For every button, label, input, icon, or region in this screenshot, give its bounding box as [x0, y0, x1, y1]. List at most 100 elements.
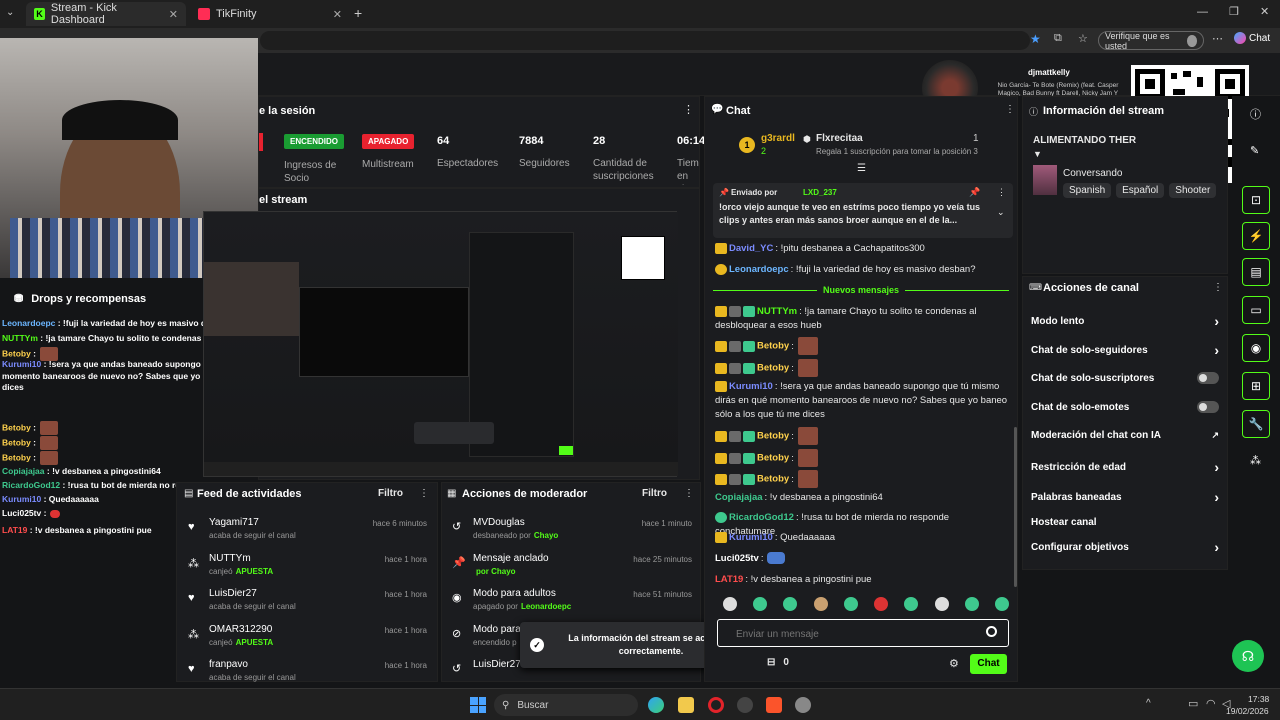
chat-username[interactable]: Betoby — [757, 431, 789, 442]
broadcast-sidebar-icon[interactable]: ◉ — [1242, 334, 1270, 362]
channel-action-item[interactable]: Chat de solo-seguidores › — [1031, 342, 1219, 358]
toggle-switch[interactable] — [1197, 372, 1219, 384]
channel-action-item[interactable]: Chat de solo-emotes — [1031, 401, 1219, 413]
tab-list-icon[interactable]: ⌄ — [6, 7, 20, 21]
tray-wifi-icon[interactable]: ◠ — [1206, 697, 1216, 710]
chat-menu-icon[interactable]: ⋮ — [1005, 104, 1015, 115]
tray-chevron-icon[interactable]: ^ — [1146, 698, 1151, 709]
mod-action-item[interactable]: ◉ Modo para adultos apagado por Leonardoepc… — [442, 588, 700, 622]
activity-item[interactable]: ♥ LuisDier27 acaba de seguir el canal hace … — [177, 588, 437, 622]
chat-username[interactable]: Betoby — [757, 453, 789, 464]
quick-emote-icon[interactable] — [843, 597, 858, 611]
quick-emote-icon[interactable] — [964, 597, 979, 611]
quick-emote-icon[interactable] — [904, 597, 919, 611]
chat-sidebar-icon[interactable]: ▭ — [1242, 296, 1270, 324]
quick-emote-icon[interactable] — [723, 597, 737, 611]
wrench-sidebar-icon[interactable]: 🔧 — [1242, 410, 1270, 438]
chat-input[interactable] — [717, 619, 1009, 647]
tray-network-icon[interactable]: ▭ — [1188, 697, 1198, 710]
chat-send-button[interactable]: Chat — [970, 654, 1007, 674]
support-chat-button[interactable]: ☊ — [1232, 640, 1264, 672]
quick-emote-icon[interactable] — [934, 597, 949, 611]
activity-menu-icon[interactable]: ⋮ — [419, 488, 429, 499]
toggle-switch[interactable] — [1197, 401, 1219, 413]
mod-menu-icon[interactable]: ⋮ — [684, 488, 694, 499]
chat-username[interactable]: Kurumi10 — [729, 532, 773, 543]
activity-item[interactable]: ⁂ NUTTYm canjeó APUESTA hace 1 hora — [177, 553, 437, 587]
minimize-icon[interactable]: — — [1197, 6, 1208, 18]
chat-message[interactable]: Betoby: — [715, 359, 1009, 377]
tag-chip[interactable]: Español — [1116, 183, 1165, 198]
favorites-icon[interactable]: ☆ — [1078, 32, 1088, 45]
community-sidebar-icon[interactable]: ⁂ — [1250, 454, 1261, 467]
channel-action-item[interactable]: Chat de solo-suscriptores — [1031, 372, 1219, 384]
obs-icon[interactable] — [737, 697, 753, 713]
channel-action-item[interactable]: Restricción de edad › — [1031, 459, 1219, 475]
clock-time[interactable]: 17:38 — [1248, 694, 1269, 704]
chat-message[interactable]: Copiajajaa: !v desbanea a pingostini64 — [715, 491, 1009, 505]
tag-chip[interactable]: Spanish — [1063, 183, 1112, 198]
session-menu-icon[interactable]: ⋮ — [683, 103, 694, 116]
tab-tikfinity[interactable]: TikFinity ✕ — [190, 2, 350, 26]
edge-icon[interactable] — [648, 697, 664, 713]
more-options-icon[interactable]: ⋯ — [1212, 32, 1223, 45]
chat-username[interactable]: RicardoGod12 — [729, 512, 794, 523]
chat-username[interactable]: Leonardoepc — [729, 264, 789, 275]
channel-actions-menu-icon[interactable]: ⋮ — [1213, 282, 1223, 293]
chat-message[interactable]: Luci025tv: — [715, 552, 1009, 566]
chat-username[interactable]: Betoby — [757, 341, 789, 352]
chat-message[interactable]: Betoby: — [715, 337, 1009, 355]
chat-message[interactable]: Kurumi10: Quedaaaaaa — [715, 531, 1009, 545]
edit-sidebar-icon[interactable]: ✎ — [1250, 144, 1259, 157]
chat-message[interactable]: Kurumi10: !sera ya que andas baneado sup… — [715, 380, 1009, 422]
chat-username[interactable]: LAT19 — [715, 574, 743, 585]
pinned-message[interactable]: 📌 Enviado por LXD_237 📌 ⋮ !orco viejo au… — [713, 183, 1013, 238]
collapse-leaderboard-icon[interactable]: ☰ — [857, 163, 866, 174]
windows-start-icon[interactable] — [470, 697, 486, 713]
chat-message[interactable]: Betoby: — [715, 470, 1009, 488]
close-tab-icon[interactable]: ✕ — [169, 8, 178, 21]
star-icon[interactable]: ★ — [1030, 32, 1041, 46]
chat-username[interactable]: David_YC — [729, 243, 773, 254]
copilot-button[interactable]: Chat — [1234, 32, 1270, 44]
chat-username[interactable]: Betoby — [757, 363, 789, 374]
mod-filter-button[interactable]: Filtro — [642, 488, 667, 499]
multistream-status-badge[interactable]: APAGADO — [362, 134, 415, 149]
tab-kick-dashboard[interactable]: K Stream - Kick Dashboard ✕ — [26, 2, 186, 26]
expand-pinned-icon[interactable]: ⌄ — [997, 207, 1005, 218]
activity-filter-button[interactable]: Filtro — [378, 488, 403, 499]
chat-message[interactable]: Betoby: — [715, 449, 1009, 467]
info-sidebar-icon[interactable]: ⓘ — [1250, 106, 1261, 122]
quick-emote-icon[interactable] — [753, 597, 768, 611]
activity-item[interactable]: ⁂ OMAR312290 canjeó APUESTA hace 1 hora — [177, 624, 437, 658]
stream-preview[interactable] — [203, 211, 678, 477]
chat-username[interactable]: Kurumi10 — [729, 381, 773, 392]
mod-action-item[interactable]: 📌 Mensaje anclado por Chayo hace 25 minutos — [442, 553, 700, 587]
quick-emote-icon[interactable] — [783, 597, 798, 611]
chat-message[interactable]: LAT19: !v desbanea a pingostini pue — [715, 573, 1009, 587]
opera-icon[interactable] — [708, 697, 724, 713]
quick-emote-icon[interactable] — [994, 597, 1009, 611]
channel-action-item[interactable]: Palabras baneadas › — [1031, 489, 1219, 505]
settings-app-icon[interactable] — [795, 697, 811, 713]
emoji-icon[interactable] — [986, 626, 997, 637]
chat-message[interactable]: Betoby: — [715, 427, 1009, 445]
chat-username[interactable]: Luci025tv — [715, 553, 759, 564]
chat-input-field[interactable] — [736, 627, 976, 641]
url-field[interactable] — [260, 31, 1030, 50]
quick-emote-icon[interactable] — [874, 597, 889, 611]
verify-button[interactable]: Verifique que es usted — [1098, 31, 1204, 51]
mod-sidebar-icon[interactable]: ⊞ — [1242, 372, 1270, 400]
tag-chip[interactable]: Shooter — [1169, 183, 1217, 198]
close-tab-icon[interactable]: ✕ — [333, 8, 342, 21]
maximize-icon[interactable]: ❐ — [1229, 5, 1239, 18]
mod-action-item[interactable]: ↺ MVDouglas desbaneado por Chayo hace 1 minu… — [442, 517, 700, 551]
chat-username[interactable]: Betoby — [757, 474, 789, 485]
bolt-sidebar-icon[interactable]: ⚡ — [1242, 222, 1270, 250]
new-tab-button[interactable]: + — [354, 5, 362, 21]
quick-emote-icon[interactable] — [813, 597, 828, 611]
scrollbar[interactable] — [1014, 427, 1017, 587]
revenue-status-badge[interactable]: ENCENDIDO — [284, 134, 345, 149]
channel-action-item[interactable]: Moderación del chat con IA ↗ — [1031, 430, 1219, 441]
chat-message[interactable]: NUTTYm: !ja tamare Chayo tu solito te co… — [715, 305, 1009, 333]
